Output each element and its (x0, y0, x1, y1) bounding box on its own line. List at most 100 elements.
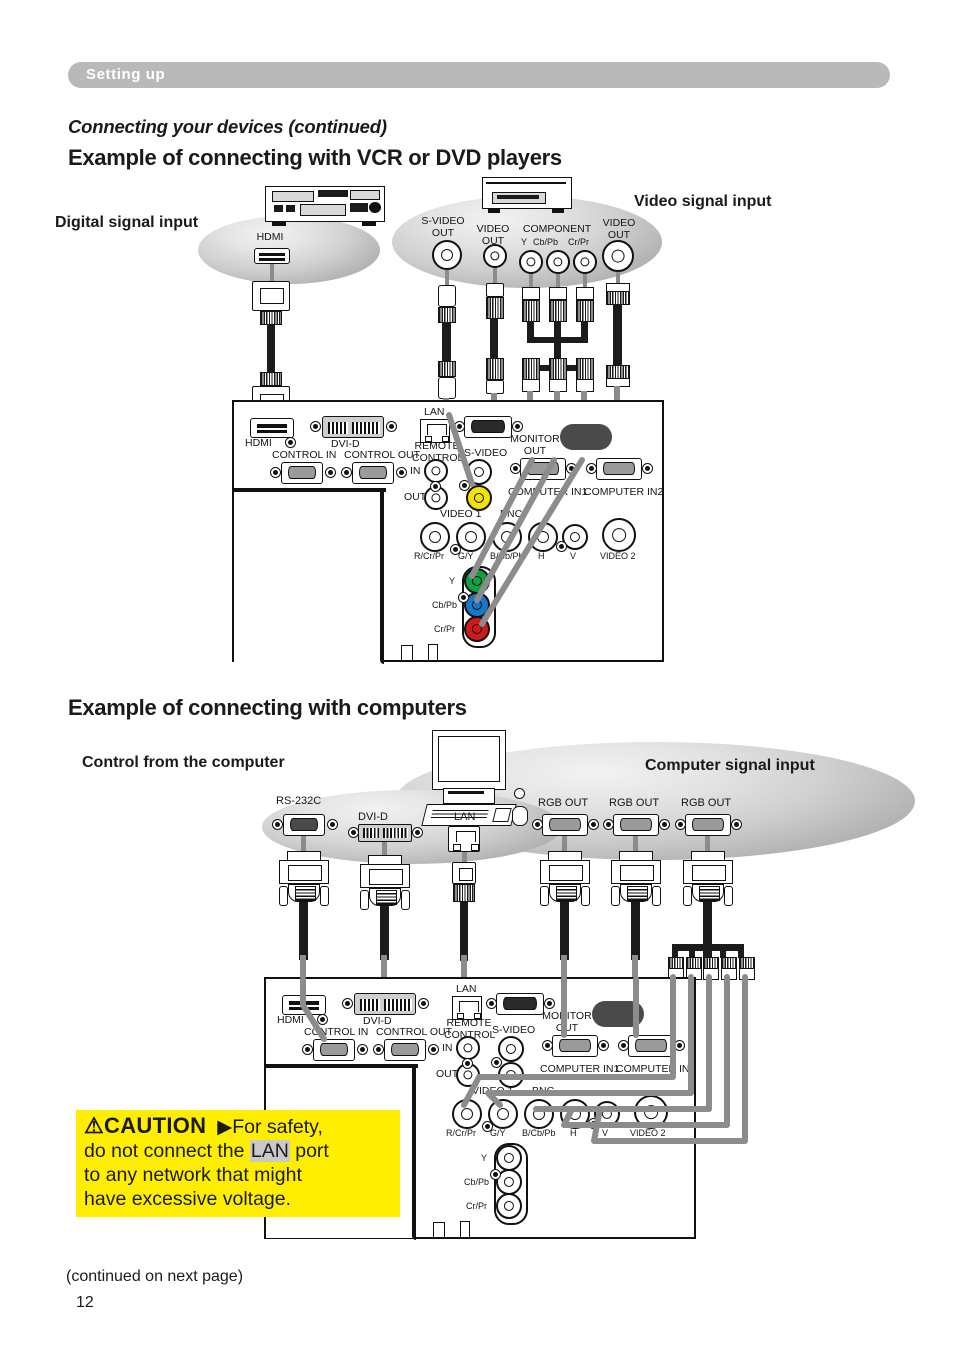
dvi-screw-l (348, 827, 359, 838)
label-dvi-d-source: DVI-D (358, 811, 388, 823)
manual-page: Setting up Connecting your devices (cont… (0, 0, 954, 1354)
rs232c-source-port (283, 814, 325, 836)
s-video-ferrule-lower (438, 361, 456, 377)
rgb3-screw-r (731, 819, 742, 830)
bnc1-knurl-upper (606, 291, 630, 305)
rs232c-hood (279, 860, 329, 884)
s-video-plug-lower (438, 377, 456, 399)
hdmi-cable-body (267, 325, 275, 373)
rgb2-hood (611, 860, 661, 884)
s-video-cable-top (445, 270, 449, 286)
lan-plug (452, 862, 476, 884)
rgb3-hood-lower (692, 884, 724, 902)
dvi-screwpost-l (360, 890, 369, 910)
rgb1-post-r (581, 886, 590, 906)
comp-y-ferrule-lower (522, 358, 540, 380)
page-subheading: Connecting your devices (continued) (68, 116, 387, 137)
breakout-leg-2 (689, 944, 695, 958)
rgb3-screw-l (675, 819, 686, 830)
rgb2-post-r (652, 886, 661, 906)
rs232c-screwpost-r (320, 886, 329, 906)
comp-cb-ferrule-upper (549, 300, 567, 322)
lead2-dvi (381, 955, 387, 979)
caution-line-2: do not connect the LAN port (84, 1139, 392, 1163)
component-y-jack (519, 250, 543, 274)
caution-box: ⚠CAUTION ▶For safety, do not connect the… (76, 1110, 400, 1217)
rgb3-post-r (724, 886, 733, 906)
label-s-video-out: S-VIDEO OUT (421, 215, 465, 239)
rgb1-cable-body (560, 902, 569, 960)
component-cr-jack (573, 250, 597, 274)
caution-line-4: have excessive voltage. (84, 1188, 292, 1210)
rgb2-cable-body (631, 902, 640, 960)
video1-plug-lower (486, 380, 504, 394)
dvi-cable-top (382, 842, 387, 856)
comp-cr-cable-top (583, 274, 587, 288)
comp-y-cable-top (529, 274, 533, 288)
caution-line-1: ⚠CAUTION ▶For safety, (84, 1114, 392, 1139)
dvi-hood-lower (369, 888, 401, 906)
hdmi-cable-top (270, 264, 274, 282)
rgb2-post-l (611, 886, 620, 906)
lead2-rs232c (300, 955, 306, 979)
caution-line-3: to any network that might (84, 1164, 302, 1186)
rgb-out-3-port (685, 814, 731, 836)
panel1-cable-routes (446, 412, 585, 627)
hdmi-plug-upper (252, 281, 290, 311)
rs232c-screwpost-l (279, 886, 288, 906)
rgb1-screw-r (588, 819, 599, 830)
label-video-out-2: VIDEO OUT (602, 217, 636, 241)
hdmi-ferrule-upper (260, 311, 282, 325)
callout-video-signal-input: Video signal input (634, 193, 772, 210)
caution-arrow-icon: ▶ (217, 1116, 233, 1138)
continued-note: (continued on next page) (66, 1268, 244, 1285)
hdmi-source-port (254, 248, 290, 264)
comp-cb-plug-upper (549, 287, 567, 300)
breakout-leg-5 (738, 944, 744, 958)
s-video-ferrule-upper (438, 307, 456, 323)
label-component-cr: Cr/Pr (568, 237, 589, 247)
rgb3-cable-body (703, 902, 712, 944)
rgb2-cable-top (633, 836, 638, 852)
caution-text-2-pre: do not connect the (84, 1140, 250, 1162)
s-video-out-jack (432, 240, 462, 270)
component-cb-jack (546, 250, 570, 274)
rgb1-hood (540, 860, 590, 884)
video1-plug-upper (486, 283, 504, 297)
rgb3-cable-top (705, 836, 710, 852)
video1-ferrule-upper (486, 297, 504, 319)
bnc1-cable-body (613, 304, 622, 366)
comp-cr-ferrule-lower (576, 358, 594, 380)
rgb1-post-l (540, 886, 549, 906)
rgb-out-1-port (542, 814, 588, 836)
comp-y-ferrule-upper (522, 300, 540, 322)
caution-title: CAUTION (104, 1113, 207, 1138)
dvi-screwpost-r (401, 890, 410, 910)
callout-computer-signal-input: Computer signal input (645, 757, 815, 774)
breakout-bar (672, 944, 744, 951)
callout-digital-signal-input: Digital signal input (55, 214, 199, 231)
video1-cable-body (490, 318, 498, 360)
caution-text-1: For safety, (232, 1116, 323, 1138)
label-rs232c: RS-232C (276, 795, 322, 807)
video-out-1-jack (483, 244, 507, 268)
label-rgb-out-3: RGB OUT (681, 797, 732, 809)
rs232c-hood-lower (288, 884, 320, 902)
breakout-leg-4 (720, 944, 726, 958)
bnc1-knurl-lower (606, 365, 630, 379)
rgb2-hood-lower (620, 884, 652, 902)
breakout-leg-1 (672, 944, 678, 958)
rs232c-screw-l (272, 819, 283, 830)
page-number: 12 (76, 1294, 94, 1311)
callout-control-from-computer: Control from the computer (82, 754, 285, 771)
rgb1-cable-top (562, 836, 567, 852)
page-title-section1: Example of connecting with VCR or DVD pl… (68, 145, 562, 170)
warning-triangle-icon: ⚠ (84, 1113, 105, 1138)
label-component: COMPONENT (522, 223, 592, 235)
label-component-cb: Cb/Pb (533, 237, 559, 247)
caution-lan-highlight: LAN (249, 1140, 290, 1162)
lead2-rgb1 (561, 955, 567, 979)
lead2-rgb2 (632, 955, 638, 979)
rgb2-screw-l (603, 819, 614, 830)
section-header-title: Setting up (86, 66, 166, 83)
